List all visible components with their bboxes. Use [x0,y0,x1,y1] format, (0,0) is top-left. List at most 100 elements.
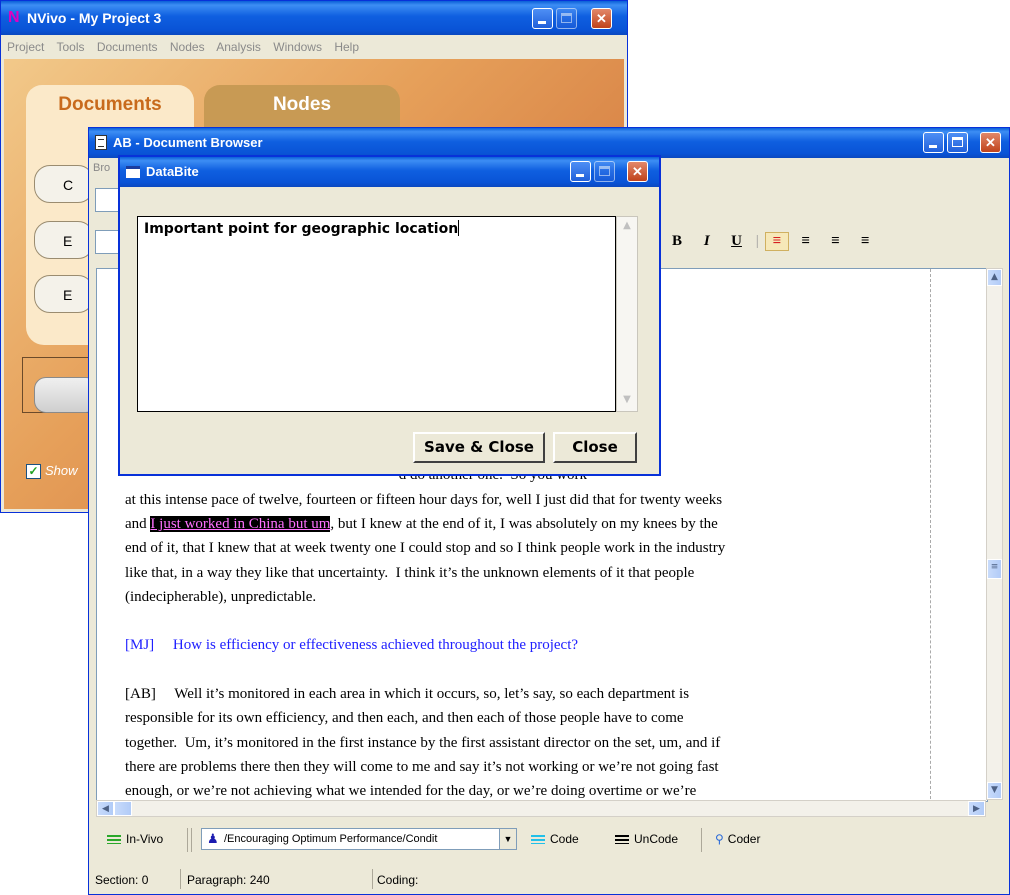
minimize-icon [929,145,937,148]
text-caret [458,220,460,236]
document-paragraph-line: end of it, that I knew that at week twen… [125,540,726,557]
line-text: , but I knew at the end of it, I was abs… [330,515,718,532]
document-paragraph-line: and I just worked in China but um, but I… [125,512,930,536]
docbrowser-minimize-button[interactable] [923,132,944,153]
document-paragraph-line [125,658,930,682]
tab-documents[interactable]: Documents [26,85,194,129]
document-paragraph-line: together. Um, it’s monitored in the firs… [125,734,721,751]
menu-help[interactable]: Help [334,40,359,54]
menu-analysis[interactable]: Analysis [216,40,261,54]
menu-documents[interactable]: Documents [97,40,158,54]
status-coding: Coding: [377,869,977,889]
docbrowser-close-button[interactable]: ✕ [980,132,1001,153]
document-browser-titlebar[interactable]: AB - Document Browser ✕ [89,128,1009,158]
maximize-icon [599,166,610,176]
scroll-down-icon[interactable]: ▼ [987,782,1002,799]
memo-scrollbar[interactable]: ▲ ▼ [616,216,638,412]
menu-windows[interactable]: Windows [273,40,322,54]
document-icon [95,135,107,150]
nvivo-titlebar[interactable]: N NVivo - My Project 3 ✕ [1,1,627,35]
vertical-scrollbar[interactable]: ▲ ≡ ▼ [986,268,1003,800]
status-bar: Section: 0 Paragraph: 240 Coding: [93,869,1003,891]
edit-document-button[interactable]: E [34,275,94,313]
nvivo-window-title: NVivo - My Project 3 [27,10,162,26]
menu-nodes[interactable]: Nodes [170,40,205,54]
coding-label: Coding: [377,873,419,887]
flask-icon: ♟ [207,831,219,846]
horizontal-scrollbar[interactable]: ◀ ▶ [96,800,986,817]
window-icon [126,166,140,178]
save-close-button[interactable]: Save & Close [413,432,545,463]
in-vivo-button[interactable]: In-Vivo [107,832,163,846]
nvivo-menubar: Project Tools Documents Nodes Analysis W… [1,36,627,58]
close-icon: ✕ [632,164,643,179]
databite-memo-field[interactable]: Important point for geographic location [137,216,616,412]
close-button[interactable]: Close [553,432,637,463]
nvivo-maximize-button[interactable] [556,8,577,29]
nvivo-logo-icon: N [8,9,20,26]
document-paragraph-line [125,609,930,633]
edit-document-label: E [63,287,73,303]
minimize-icon [538,21,546,24]
scroll-up-icon[interactable]: ▲ [987,269,1002,286]
databite-dialog: DataBite ✕ Important point for geographi… [118,155,661,476]
scroll-thumb[interactable]: ≡ [987,559,1002,579]
nvivo-close-button[interactable]: ✕ [591,8,612,29]
uncode-button[interactable]: UnCode [615,832,678,846]
coding-toolbar: In-Vivo ♟ /Encouraging Optimum Performan… [93,824,1003,856]
chevron-down-icon[interactable]: ▼ [499,829,516,849]
align-center-icon[interactable]: ≡ [793,233,819,250]
document-paragraph-line: enough, or we’re not achieving what we i… [125,783,697,800]
explore-document-button[interactable]: E [34,221,94,259]
docbrowser-toolbar-field[interactable] [95,188,119,212]
section-label: Section: 0 [95,873,149,887]
menu-project[interactable]: Project [7,40,44,54]
databite-minimize-button[interactable] [570,161,591,182]
toolbar-divider: | [755,233,759,249]
scroll-up-icon[interactable]: ▲ [620,220,634,234]
create-document-button[interactable]: C [34,165,94,203]
document-paragraph-line: responsible for its own efficiency, and … [125,710,684,727]
coder-button[interactable]: ⚲ Coder [715,832,760,846]
code-button[interactable]: Code [531,832,579,846]
scroll-left-icon[interactable]: ◀ [97,801,114,816]
docbrowser-menu-fragment[interactable]: Bro [93,162,110,174]
code-label: Code [550,832,579,846]
scroll-down-icon[interactable]: ▼ [620,394,634,408]
align-left-icon[interactable]: ≡ [765,232,789,251]
show-option[interactable]: ✓ Show [26,463,78,479]
align-right-icon[interactable]: ≡ [823,233,849,250]
hscroll-thumb[interactable] [114,801,132,816]
databite-titlebar[interactable]: DataBite ✕ [120,157,659,187]
document-paragraph-line: (indecipherable), unpredictable. [125,588,317,605]
bold-button[interactable]: B [664,233,690,250]
close-icon: ✕ [596,11,607,26]
format-toolbar: B I U | ≡ ≡ ≡ ≡ [664,232,878,251]
uncode-icon [615,835,629,845]
toolbar-divider [191,828,192,852]
document-paragraph-line: like that, in a way they like that uncer… [125,564,695,581]
memo-text: Important point for geographic location [144,221,459,237]
maximize-icon [561,13,572,23]
nvivo-minimize-button[interactable] [532,8,553,29]
databite-close-button[interactable]: ✕ [627,161,648,182]
document-paragraph-line: [MJ] How is efficiency or effectiveness … [125,637,579,654]
databite-highlight-link[interactable]: I just worked in China but um [150,515,331,532]
italic-button[interactable]: I [694,233,720,250]
coder-label: Coder [727,832,761,846]
tab-nodes[interactable]: Nodes [204,85,400,129]
maximize-icon [952,137,963,147]
databite-maximize-button[interactable] [594,161,615,182]
document-paragraph-line: [AB] Well it’s monitored in each area in… [125,686,690,703]
align-justify-icon[interactable]: ≡ [852,233,878,250]
in-vivo-label: In-Vivo [126,832,164,846]
menu-tools[interactable]: Tools [56,40,84,54]
docbrowser-font-field[interactable] [95,230,119,254]
node-selector[interactable]: ♟ /Encouraging Optimum Performance/Condi… [201,828,517,850]
minimize-icon [576,174,584,177]
underline-button[interactable]: U [724,233,750,250]
scroll-right-icon[interactable]: ▶ [968,801,985,816]
document-paragraph-line: at this intense pace of twelve, fourteen… [125,491,723,508]
checkbox-icon[interactable]: ✓ [26,464,41,479]
docbrowser-maximize-button[interactable] [947,132,968,153]
